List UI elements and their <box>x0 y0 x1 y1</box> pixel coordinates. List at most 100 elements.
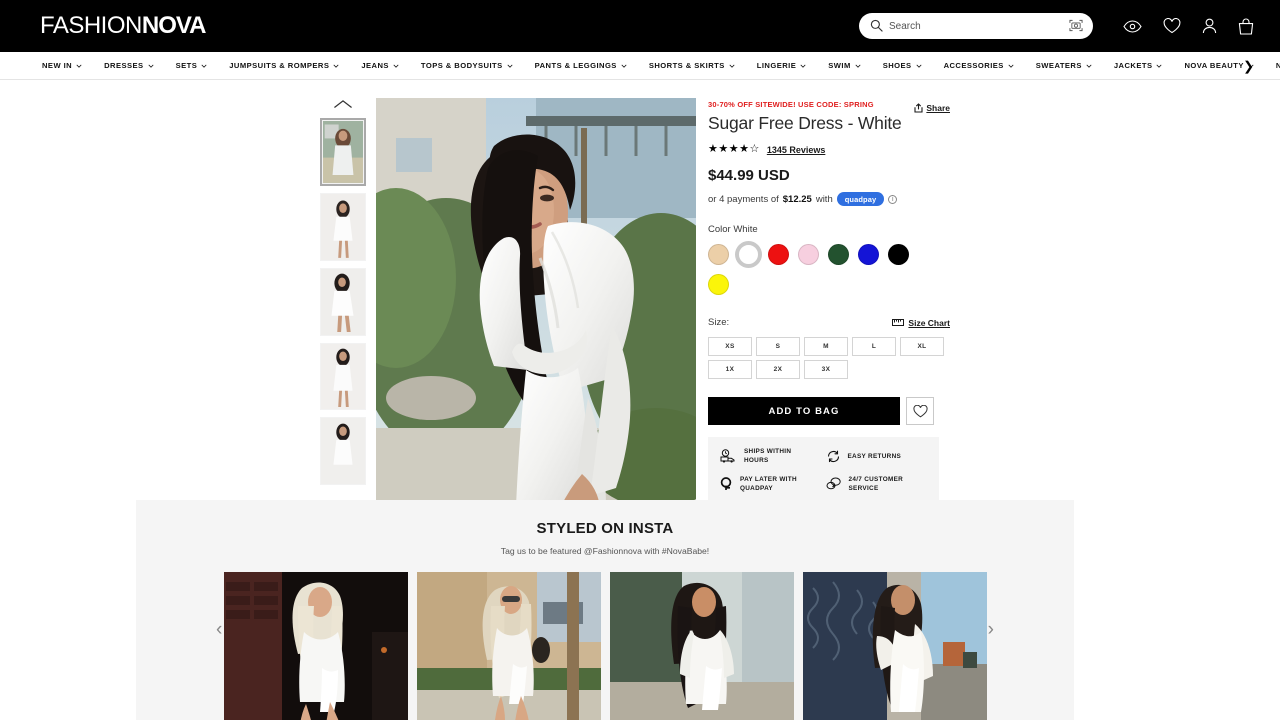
search-container <box>859 13 1093 39</box>
nav-item-shorts-skirts[interactable]: SHORTS & SKIRTS <box>649 61 735 70</box>
size-options: XS S M L XL 1X 2X 3X <box>708 337 950 379</box>
color-swatch-yellow[interactable] <box>708 274 729 295</box>
product-price: $44.99 USD <box>708 167 790 184</box>
search-input[interactable] <box>859 13 1093 39</box>
nav-item-jeans[interactable]: JEANS <box>361 61 399 70</box>
thumbnail-4[interactable] <box>320 342 366 411</box>
quadpay-info-icon[interactable]: i <box>888 194 898 204</box>
thumbnail-scroll-up-icon[interactable] <box>330 98 356 110</box>
nav-label: DRESSES <box>104 61 144 70</box>
chevron-down-icon <box>1008 64 1014 68</box>
eye-icon[interactable] <box>1123 19 1142 33</box>
nav-label: NEW IN <box>42 61 73 70</box>
thumbnail-2[interactable] <box>320 193 366 261</box>
heart-icon[interactable] <box>1163 18 1181 34</box>
size-button-s[interactable]: S <box>756 337 800 356</box>
thumbnail-gallery <box>310 98 376 492</box>
insta-card-3[interactable] <box>609 572 794 720</box>
color-swatch-pink[interactable] <box>798 244 819 265</box>
size-chart-link[interactable]: Size Chart <box>892 318 950 328</box>
color-swatch-green[interactable] <box>828 244 849 265</box>
share-button[interactable]: Share <box>914 103 950 113</box>
insta-card-1[interactable] <box>223 572 408 720</box>
chevron-down-icon <box>1086 64 1092 68</box>
insta-card-4[interactable] <box>802 572 987 720</box>
color-swatch-black[interactable] <box>888 244 909 265</box>
size-button-xl[interactable]: XL <box>900 337 944 356</box>
nav-label: LINGERIE <box>756 61 797 70</box>
nav-item-jackets[interactable]: JACKETS <box>1114 61 1163 70</box>
benefit-label: 24/7 CUSTOMER SERVICE <box>849 475 904 494</box>
nav-label: NOVA BEAUTY <box>1184 61 1244 70</box>
benefit-line2: SERVICE <box>848 484 879 492</box>
nav-item-accessories[interactable]: ACCESSORIES <box>944 61 1014 70</box>
nav-item-pants-leggings[interactable]: PANTS & LEGGINGS <box>535 61 627 70</box>
nav-item-swim[interactable]: SWIM <box>828 61 861 70</box>
nav-item-new-in[interactable]: NEW IN <box>42 61 82 70</box>
thumbnail-3[interactable] <box>320 267 366 336</box>
size-header: Size: Size Chart <box>708 317 950 328</box>
nav-item-nova-sport[interactable]: NOVA SPORT <box>1276 61 1280 70</box>
size-button-1x[interactable]: 1X <box>708 360 752 379</box>
insta-card-2[interactable] <box>416 572 601 720</box>
benefit-ships-within-hours: SHIPS WITHIN HOURS <box>720 447 822 466</box>
benefit-customer-service: 24/7 CUSTOMER SERVICE <box>826 475 928 494</box>
nav-label: PANTS & LEGGINGS <box>534 61 617 70</box>
installments-prefix: or 4 payments of <box>708 193 779 205</box>
thumbnail-1[interactable] <box>320 118 366 187</box>
nav-item-sets[interactable]: SETS <box>176 61 208 70</box>
chevron-down-icon <box>800 64 806 68</box>
rating-row: ★★★★☆ 1345 Reviews <box>708 144 950 155</box>
size-button-xs[interactable]: XS <box>708 337 752 356</box>
benefit-label: EASY RETURNS <box>848 452 902 461</box>
insta-next-arrow[interactable]: › <box>988 620 994 639</box>
benefit-line1: 24/7 CUSTOMER <box>848 475 904 483</box>
logo-text-nova: NOVA <box>141 12 207 39</box>
nav-item-sweaters[interactable]: SWEATERS <box>1036 61 1092 70</box>
nav-label: NOVA SPORT <box>1275 61 1280 70</box>
size-button-l[interactable]: L <box>852 337 896 356</box>
chevron-down-icon <box>333 64 339 68</box>
chevron-down-icon <box>916 64 922 68</box>
nav-item-lingerie[interactable]: LINGERIE <box>757 61 806 70</box>
logo-text-fashion: FASHION <box>40 12 142 39</box>
reviews-link[interactable]: 1345 Reviews <box>767 145 826 155</box>
quadpay-q-icon <box>720 476 732 490</box>
chevron-down-icon <box>729 64 735 68</box>
chevron-down-icon <box>855 64 861 68</box>
nav-scroll-right-icon[interactable]: ❯ <box>1243 59 1254 72</box>
color-swatch-tan[interactable] <box>708 244 729 265</box>
share-icon <box>914 103 923 113</box>
chevron-down-icon <box>148 64 154 68</box>
size-button-m[interactable]: M <box>804 337 848 356</box>
installment-amount: $12.25 <box>782 193 812 205</box>
nav-label: SHOES <box>882 61 912 70</box>
insta-carousel <box>136 572 1074 720</box>
benefit-line1: EASY RETURNS <box>847 452 902 460</box>
nav-item-dresses[interactable]: DRESSES <box>104 61 154 70</box>
installments-with: with <box>815 193 833 205</box>
quadpay-badge[interactable]: quadpay <box>836 192 885 206</box>
visual-search-camera-icon[interactable] <box>1069 19 1083 32</box>
color-swatch-blue[interactable] <box>858 244 879 265</box>
add-to-bag-button[interactable]: ADD TO BAG <box>708 397 900 425</box>
size-button-2x[interactable]: 2X <box>756 360 800 379</box>
size-button-3x[interactable]: 3X <box>804 360 848 379</box>
insta-prev-arrow[interactable]: ‹ <box>216 620 222 639</box>
brand-logo[interactable]: FASHION NOVA <box>40 12 207 40</box>
ruler-icon <box>892 319 905 326</box>
nav-item-shoes[interactable]: SHOES <box>883 61 922 70</box>
account-icon[interactable] <box>1202 18 1217 34</box>
color-swatch-white[interactable] <box>738 244 759 265</box>
shipping-truck-icon <box>720 449 735 463</box>
nav-item-tops-bodysuits[interactable]: TOPS & BODYSUITS <box>421 61 513 70</box>
color-swatch-red[interactable] <box>768 244 789 265</box>
add-to-wishlist-button[interactable] <box>906 397 934 425</box>
benefit-line1: SHIPS WITHIN <box>744 448 792 455</box>
product-main-image[interactable] <box>376 98 696 508</box>
benefit-easy-returns: EASY RETURNS <box>826 447 928 466</box>
nav-item-jumpsuits-rompers[interactable]: JUMPSUITS & ROMPERS <box>229 61 339 70</box>
thumbnail-5[interactable] <box>320 417 366 485</box>
bag-icon[interactable] <box>1238 18 1254 35</box>
chevron-down-icon <box>76 64 82 68</box>
